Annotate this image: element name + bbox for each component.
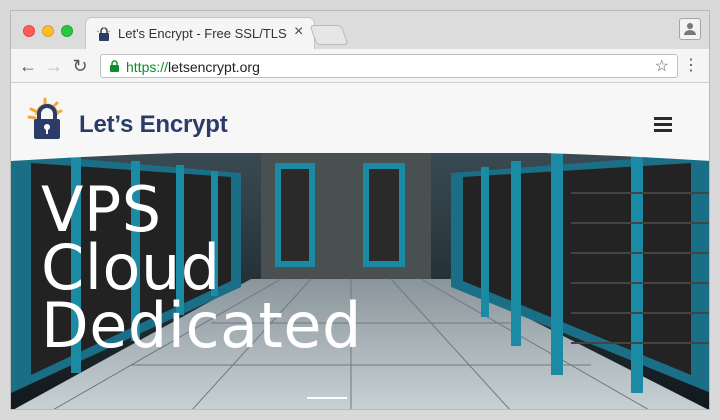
profile-button[interactable] [679, 18, 701, 40]
lets-encrypt-logo[interactable]: Let’s Encrypt [25, 97, 235, 141]
hero-line-dedicated: Dedicated [41, 289, 362, 362]
new-tab-button[interactable] [309, 25, 349, 45]
lets-encrypt-logo-icon [27, 97, 63, 139]
bookmark-star-icon[interactable]: ☆ [655, 56, 669, 76]
site-header: Let’s Encrypt [11, 83, 709, 155]
screenshot-frame: Let's Encrypt - Free SSL/TLS C × ← → ↻ h… [0, 0, 720, 420]
logo-wordmark: Let’s Encrypt [79, 111, 228, 138]
tab-lets-encrypt[interactable]: Let's Encrypt - Free SSL/TLS C × [85, 17, 315, 49]
hero-banner: VPS Cloud Dedicated [11, 153, 709, 409]
lets-encrypt-favicon-icon [96, 27, 111, 41]
url-scheme: https:// [126, 59, 169, 75]
hero-headline: VPS Cloud Dedicated [41, 179, 362, 362]
browser-menu-button[interactable]: ⋮ [683, 55, 699, 75]
tab-title: Let's Encrypt - Free SSL/TLS C [118, 26, 290, 41]
close-window-button[interactable] [23, 25, 35, 37]
web-page: Let’s Encrypt VPS Cloud Dedicated [11, 83, 709, 409]
browser-window: Let's Encrypt - Free SSL/TLS C × ← → ↻ h… [10, 10, 710, 410]
reload-button[interactable]: ↻ [69, 55, 91, 77]
back-button[interactable]: ← [17, 55, 39, 77]
tab-close-icon[interactable]: × [294, 23, 303, 41]
lock-icon [110, 60, 119, 72]
minimize-window-button[interactable] [42, 25, 54, 37]
tab-strip: Let's Encrypt - Free SSL/TLS C × [11, 11, 709, 49]
person-icon [684, 23, 696, 35]
hamburger-menu-icon[interactable] [654, 116, 672, 132]
carousel-indicator[interactable] [307, 397, 347, 399]
browser-toolbar: ← → ↻ https://letsencrypt.org ☆ ⋮ [11, 49, 709, 83]
forward-button[interactable]: → [43, 55, 65, 77]
url-text: https://letsencrypt.org [126, 59, 260, 75]
address-bar[interactable]: https://letsencrypt.org ☆ [100, 54, 678, 78]
maximize-window-button[interactable] [61, 25, 73, 37]
url-host: letsencrypt.org [168, 59, 260, 75]
